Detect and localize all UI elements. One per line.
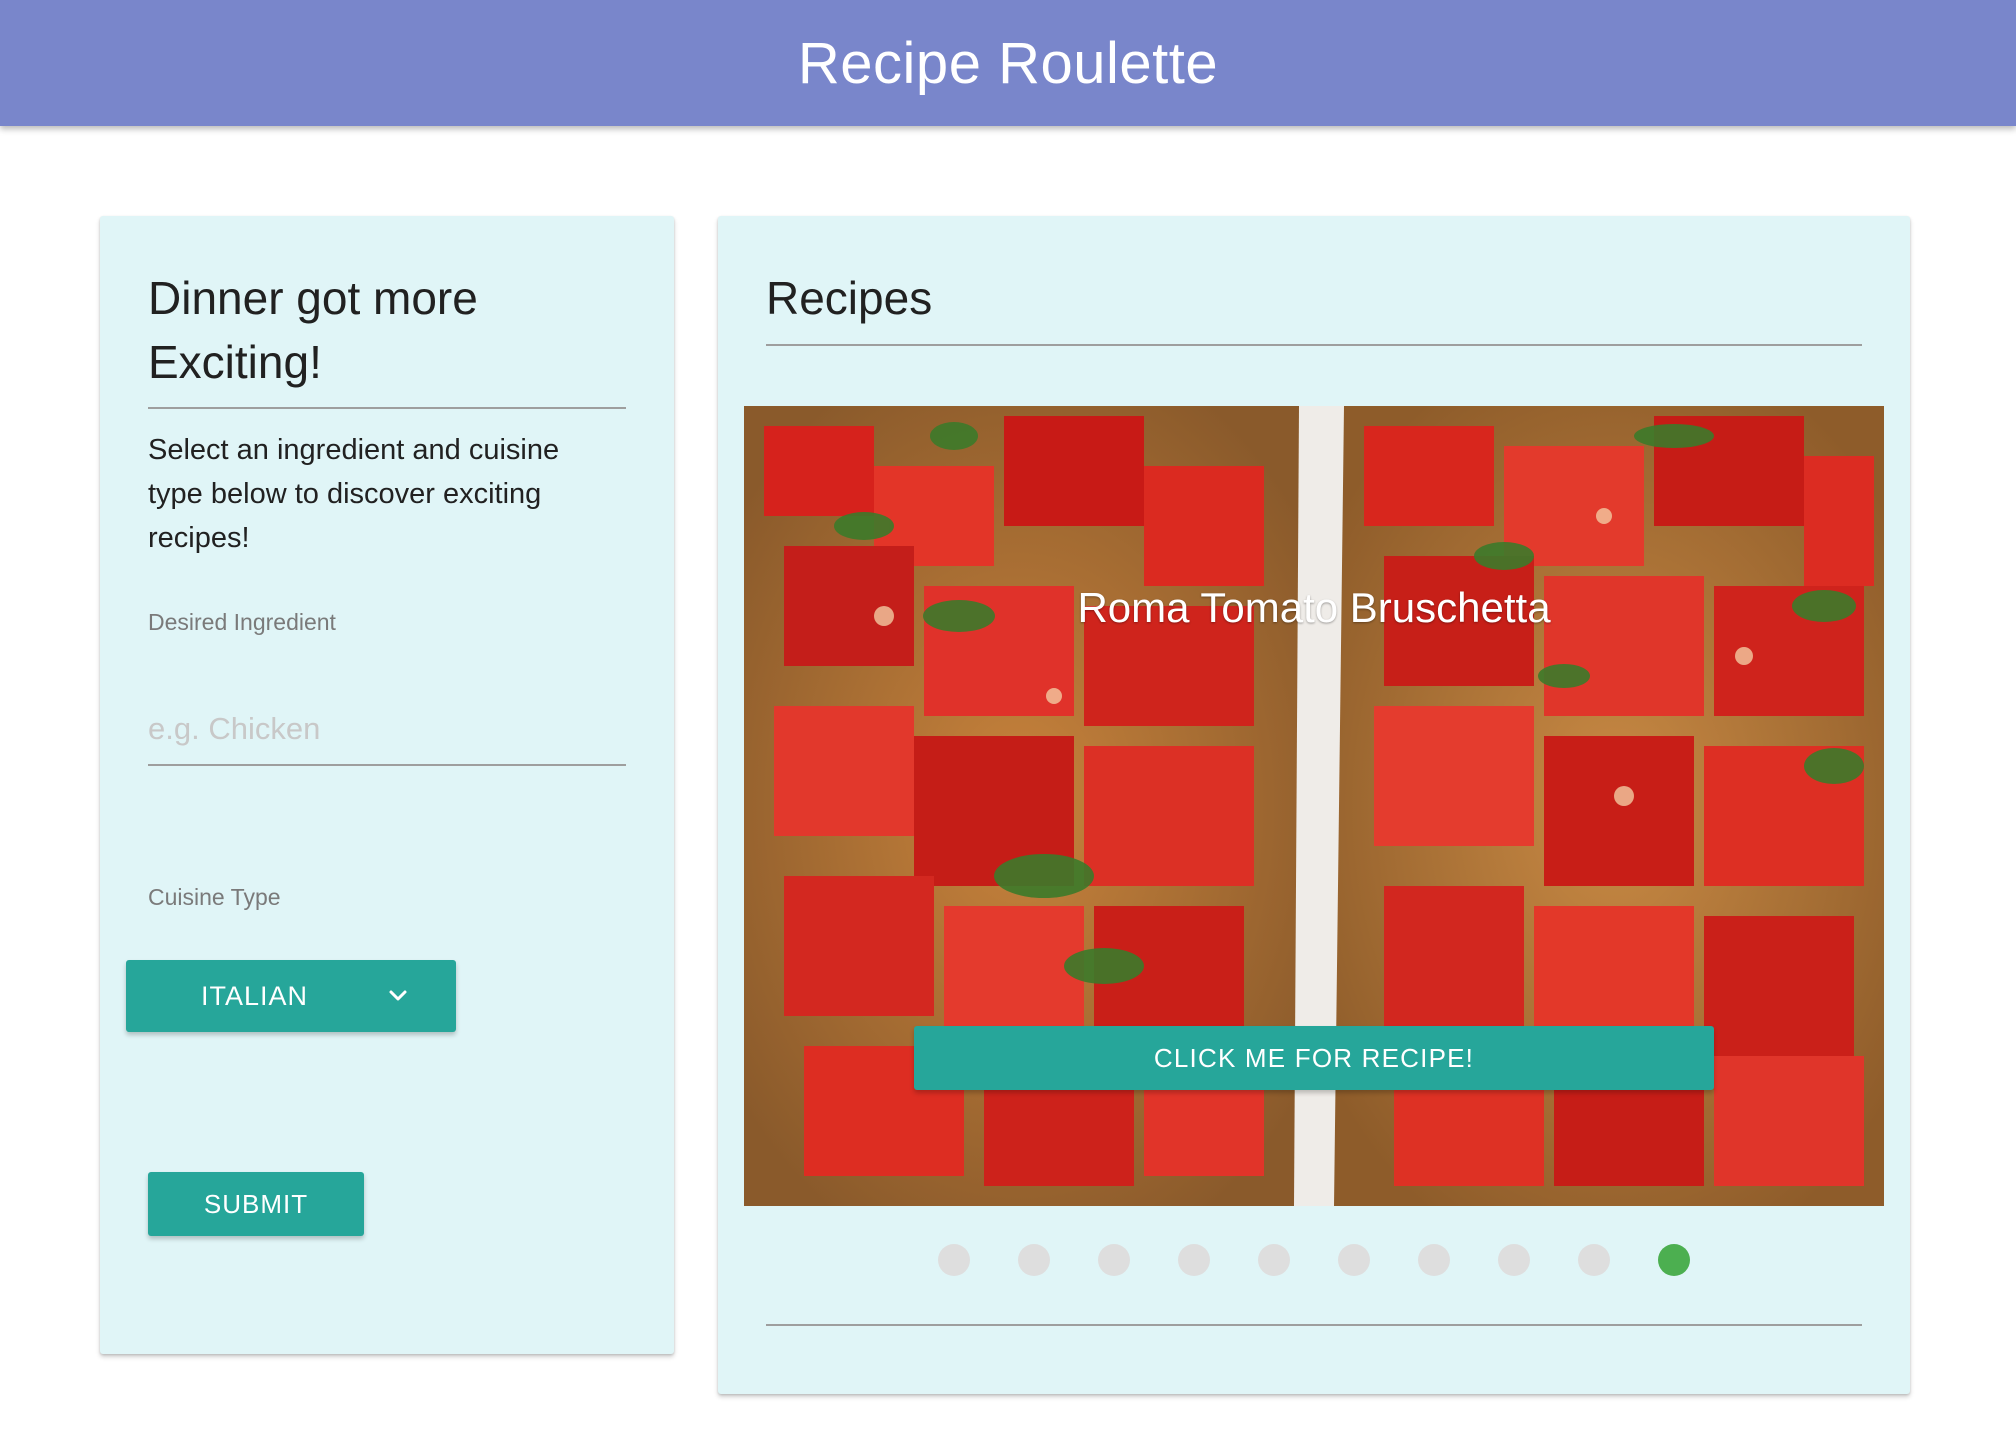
carousel-dot[interactable] — [1178, 1244, 1210, 1276]
search-card-description: Select an ingredient and cuisine type be… — [148, 434, 560, 554]
recipe-title: Roma Tomato Bruschetta — [1077, 584, 1551, 631]
carousel-dot[interactable] — [1578, 1244, 1610, 1276]
recipes-card-divider-bottom — [766, 1324, 1862, 1326]
navbar: Recipe Roulette — [0, 0, 2016, 126]
carousel-dot[interactable] — [1098, 1244, 1130, 1276]
recipes-card-title: Recipes — [766, 272, 933, 324]
search-card: Dinner got more Exciting! Select an ingr… — [100, 216, 674, 1354]
recipe-carousel[interactable]: Roma Tomato Bruschetta CLICK ME FOR RECI… — [744, 406, 1884, 1206]
carousel-dot[interactable] — [1418, 1244, 1450, 1276]
cuisine-select[interactable]: ITALIAN — [126, 960, 456, 1032]
carousel-dot[interactable] — [938, 1244, 970, 1276]
cuisine-selected-value: ITALIAN — [201, 980, 309, 1011]
cuisine-label: Cuisine Type — [148, 884, 281, 910]
ingredient-label: Desired Ingredient — [148, 609, 336, 635]
carousel-indicators — [718, 1244, 1910, 1278]
search-card-title: Dinner got more Exciting! — [148, 272, 478, 388]
recipes-card-divider-top — [766, 344, 1862, 346]
submit-button[interactable]: SUBMIT — [148, 1172, 364, 1236]
carousel-dot[interactable] — [1018, 1244, 1050, 1276]
search-card-divider — [148, 407, 626, 409]
chevron-down-icon — [389, 990, 407, 1001]
recipes-card: Recipes Roma Tomato Bruschetta CLICK ME … — [718, 216, 1910, 1394]
carousel-dot[interactable] — [1658, 1244, 1690, 1276]
carousel-dot[interactable] — [1498, 1244, 1530, 1276]
carousel-dot[interactable] — [1258, 1244, 1290, 1276]
ingredient-input[interactable] — [148, 694, 626, 766]
carousel-dot[interactable] — [1338, 1244, 1370, 1276]
app-title[interactable]: Recipe Roulette — [798, 30, 1218, 97]
recipe-link-button[interactable]: CLICK ME FOR RECIPE! — [914, 1026, 1714, 1090]
